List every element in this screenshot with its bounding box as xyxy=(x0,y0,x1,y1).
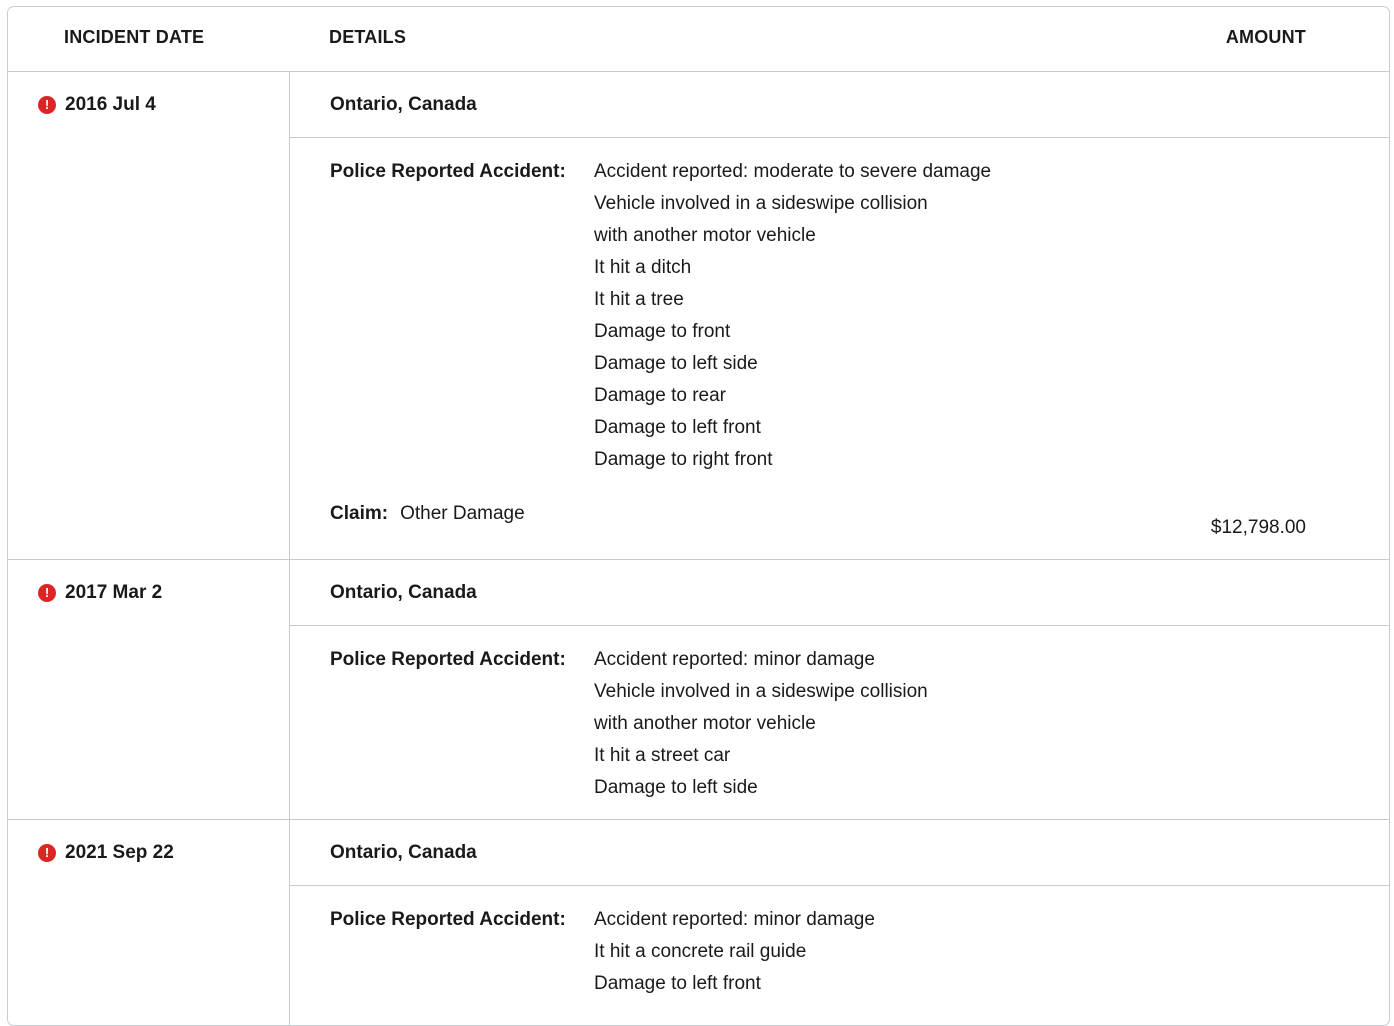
alert-icon: ! xyxy=(38,844,56,862)
detail-label: Police Reported Accident: xyxy=(330,909,566,930)
column-header-amount: AMOUNT xyxy=(1225,27,1306,47)
detail-line: Vehicle involved in a sideswipe collisio… xyxy=(594,681,928,702)
detail-line: It hit a concrete rail guide xyxy=(594,941,807,962)
incident-date: 2016 Jul 4 xyxy=(65,94,156,115)
claim-label: Claim: xyxy=(330,503,389,524)
incident-location: Ontario, Canada xyxy=(330,842,477,863)
incident-location: Ontario, Canada xyxy=(330,94,477,115)
claim-row: Claim: Other Damage xyxy=(330,498,525,530)
location-row: Ontario, Canada xyxy=(290,560,1389,626)
incident-date-cell: ! 2017 Mar 2 xyxy=(8,560,290,819)
detail-line: Damage to front xyxy=(594,321,731,342)
detail-line: Damage to right front xyxy=(594,449,773,470)
incident-location: Ontario, Canada xyxy=(330,582,477,603)
detail-line: Accident reported: minor damage xyxy=(594,909,875,930)
detail-line: Damage to rear xyxy=(594,385,727,406)
table-row: ! 2017 Mar 2 Ontario, Canada Police Repo… xyxy=(8,560,1389,820)
accident-details: Police Reported Accident: Accident repor… xyxy=(330,156,991,476)
incident-date-cell: ! 2021 Sep 22 xyxy=(8,820,290,1025)
table-header: INCIDENT DATE DETAILS AMOUNT xyxy=(8,7,1389,72)
detail-label: Police Reported Accident: xyxy=(330,649,566,670)
detail-line: Accident reported: minor damage xyxy=(594,649,875,670)
accident-details: Police Reported Accident: Accident repor… xyxy=(330,644,928,804)
claim-value: Other Damage xyxy=(400,503,525,524)
location-row: Ontario, Canada xyxy=(290,72,1389,138)
column-header-details: DETAILS xyxy=(329,27,407,47)
table-row: ! 2021 Sep 22 Ontario, Canada Police Rep… xyxy=(8,820,1389,1025)
detail-line: Damage to left side xyxy=(594,777,758,798)
incident-date: 2021 Sep 22 xyxy=(65,842,174,863)
column-header-incident-date: INCIDENT DATE xyxy=(64,27,205,47)
detail-line: Damage to left side xyxy=(594,353,758,374)
incident-date: 2017 Mar 2 xyxy=(65,582,163,603)
alert-icon: ! xyxy=(38,96,56,114)
detail-line: Damage to left front xyxy=(594,973,761,994)
accident-details: Police Reported Accident: Accident repor… xyxy=(330,904,875,1000)
location-row: Ontario, Canada xyxy=(290,820,1389,886)
detail-line: It hit a street car xyxy=(594,745,731,766)
incident-history-table: INCIDENT DATE DETAILS AMOUNT ! 2016 Jul … xyxy=(7,6,1390,1026)
detail-line: with another motor vehicle xyxy=(594,225,816,246)
alert-icon: ! xyxy=(38,584,56,602)
detail-label: Police Reported Accident: xyxy=(330,161,566,182)
detail-line: It hit a tree xyxy=(594,289,684,310)
detail-line: It hit a ditch xyxy=(594,257,692,278)
table-row: ! 2016 Jul 4 Ontario, Canada Police Repo… xyxy=(8,72,1389,560)
claim-amount: $12,798.00 xyxy=(1210,517,1306,538)
detail-line: Damage to left front xyxy=(594,417,761,438)
detail-line: Vehicle involved in a sideswipe collisio… xyxy=(594,193,928,214)
detail-line: with another motor vehicle xyxy=(594,713,816,734)
detail-line: Accident reported: moderate to severe da… xyxy=(594,161,992,182)
incident-date-cell: ! 2016 Jul 4 xyxy=(8,72,290,559)
